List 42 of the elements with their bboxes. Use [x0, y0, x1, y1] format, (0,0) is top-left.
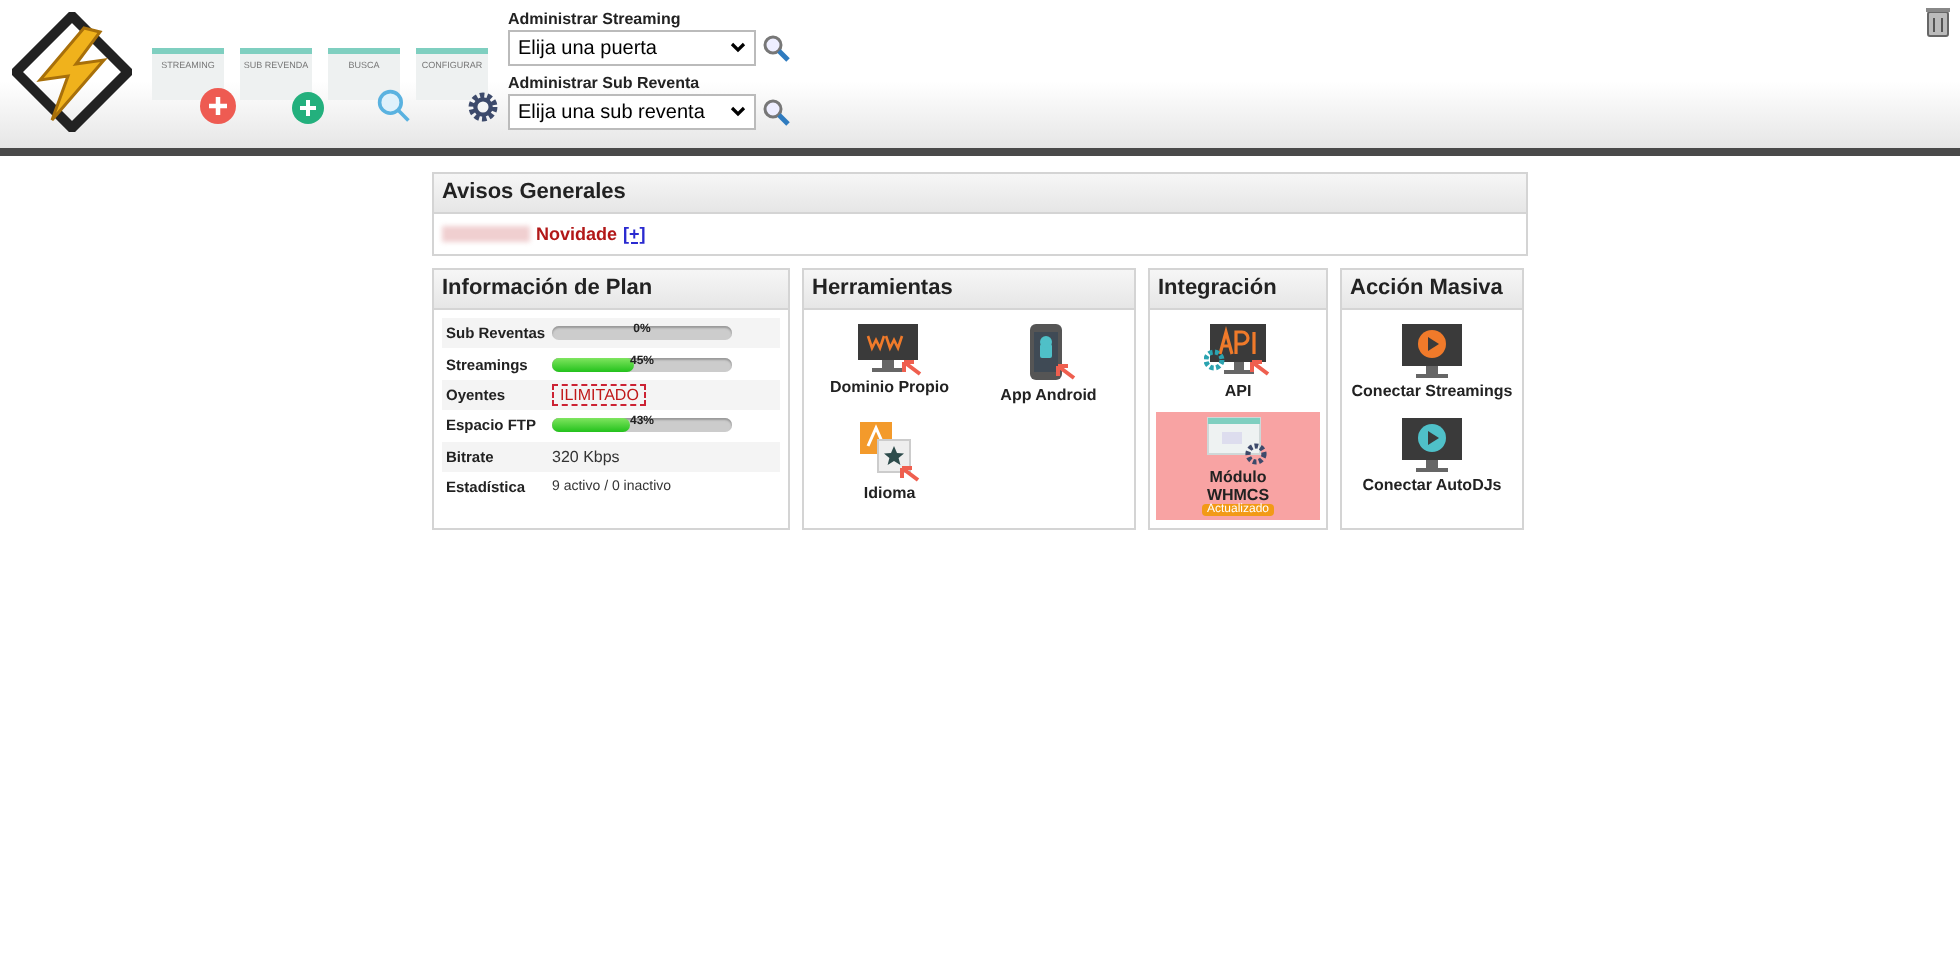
tool-label: API — [1224, 382, 1252, 400]
play-monitor-icon — [1400, 416, 1464, 476]
panel-title: Información de Plan — [434, 270, 788, 310]
search-icon[interactable] — [762, 98, 790, 126]
language-icon — [857, 420, 922, 484]
dropdown[interactable]: Elija una sub reventa — [508, 94, 756, 130]
dropdown[interactable]: Elija una puerta — [508, 30, 756, 66]
tool-item[interactable]: Dominio Propio — [810, 318, 969, 408]
selector-label: Administrar Streaming — [508, 8, 683, 30]
tool-item[interactable]: Idioma — [810, 416, 969, 506]
plus-icon — [292, 92, 324, 124]
gear-icon — [466, 90, 500, 124]
tool-label: Dominio Propio — [829, 378, 950, 396]
tool-label: App Android — [1000, 386, 1097, 404]
trash-icon[interactable] — [1924, 6, 1952, 38]
tool-item[interactable]: Conectar Streamings — [1348, 318, 1516, 404]
magnifier-icon — [376, 88, 412, 124]
tool-label: Módulo WHMCS — [1204, 468, 1272, 504]
tool-label: Idioma — [863, 484, 916, 502]
tool-label: Conectar AutoDJs — [1362, 476, 1502, 494]
tool-label: Conectar Streamings — [1351, 382, 1513, 400]
plan-value: 320 Kbps — [552, 447, 620, 466]
monitor-icon — [855, 322, 924, 378]
more-link[interactable]: [+] — [623, 224, 646, 244]
plus-icon — [200, 88, 236, 124]
tool-item[interactable]: Conectar AutoDJs — [1348, 412, 1516, 498]
notice-text: Novidade — [536, 224, 618, 244]
panel-title: Acción Masiva — [1342, 270, 1522, 310]
selector-label: Administrar Sub Reventa — [508, 72, 702, 94]
lightning-logo-icon[interactable] — [12, 12, 132, 132]
panel-title: Avisos Generales — [434, 174, 1526, 214]
panel-title: Herramientas — [804, 270, 1134, 310]
panel-title: Integración — [1150, 270, 1326, 310]
tool-item[interactable]: API — [1156, 318, 1320, 404]
chevron-icon — [730, 42, 746, 54]
search-icon[interactable] — [762, 34, 790, 62]
window-gear-icon — [1206, 416, 1270, 468]
unlimited-tag: ILIMITADO — [552, 383, 647, 406]
chevron-icon — [730, 106, 746, 118]
play-monitor-icon — [1400, 322, 1464, 382]
redacted-text — [442, 226, 530, 242]
tool-item[interactable]: App Android — [969, 318, 1128, 408]
